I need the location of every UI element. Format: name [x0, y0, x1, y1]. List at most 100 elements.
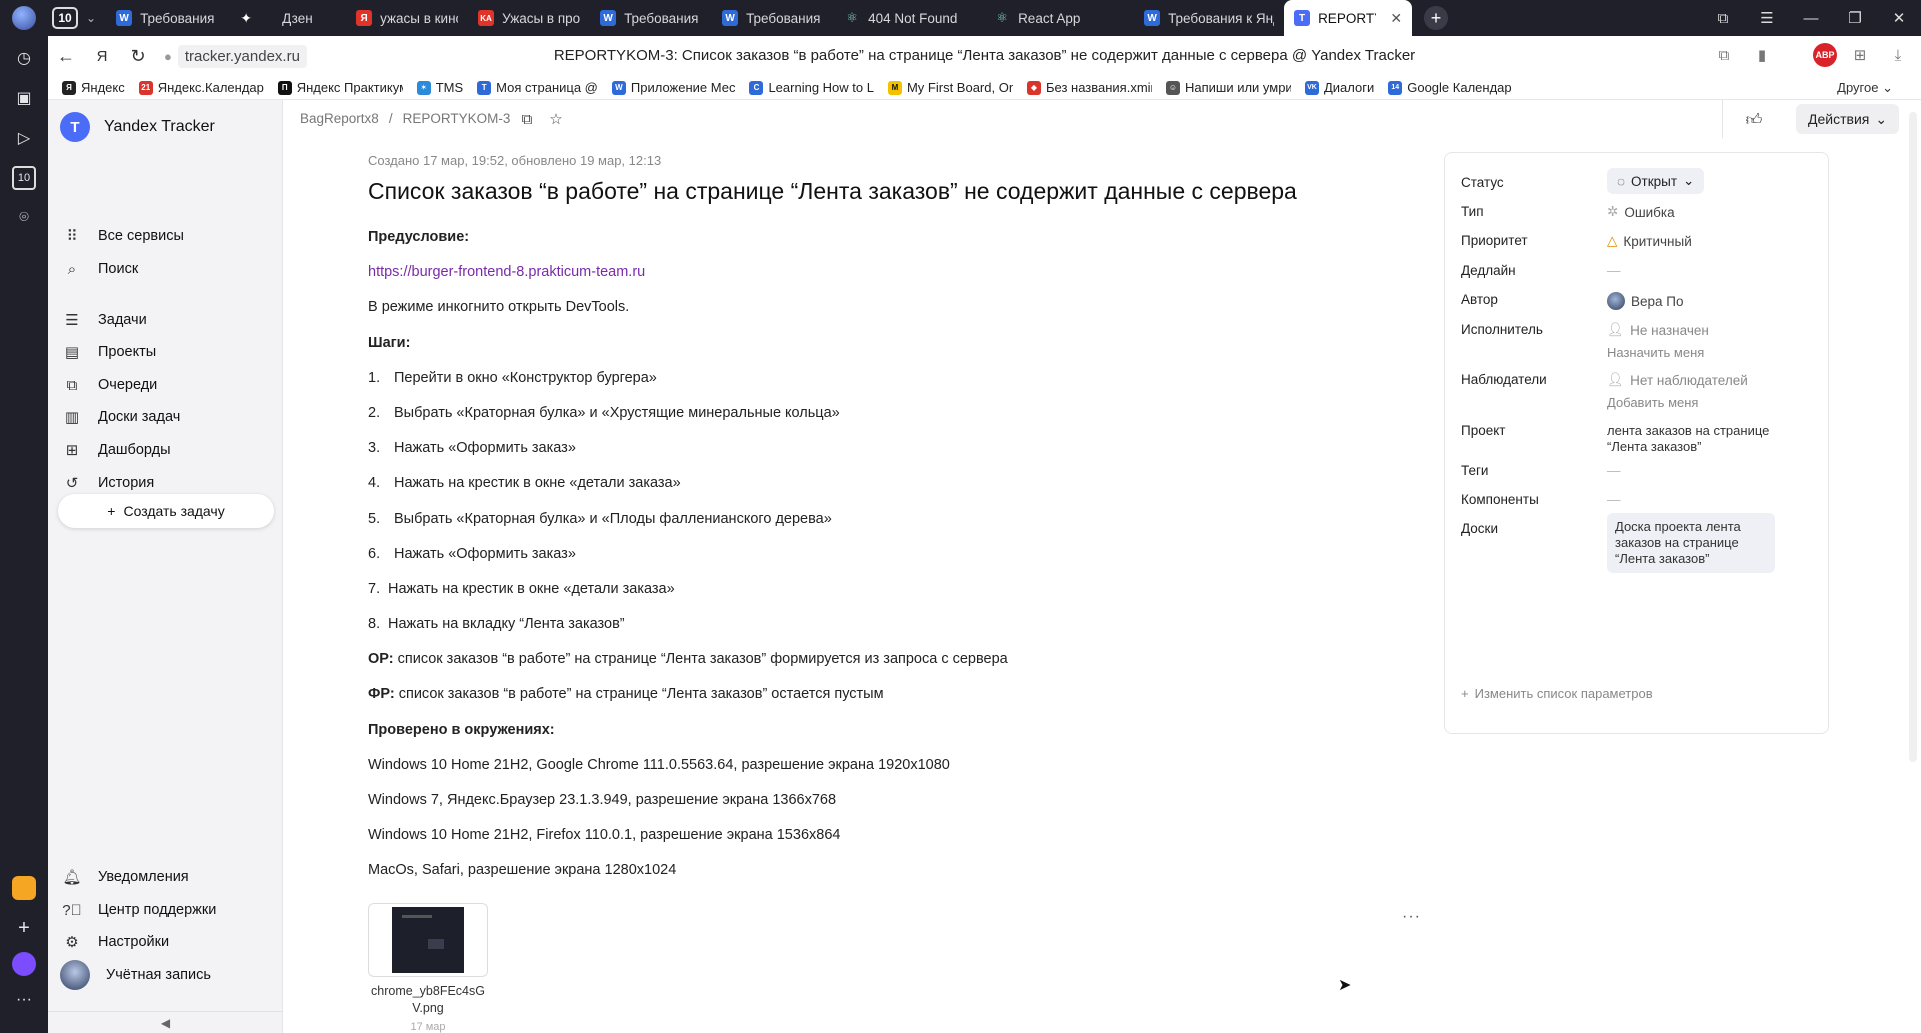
back-arrow-icon[interactable]: ← [48, 38, 84, 74]
more-icon[interactable]: ··· [12, 988, 36, 1012]
components-value[interactable]: — [1607, 492, 1621, 507]
browser-tab[interactable]: WТребования к Янд [590, 0, 712, 36]
yandex-logo-icon[interactable]: Я [84, 38, 120, 74]
bookmark-item[interactable]: ◆ Без названия.xmin [1026, 80, 1152, 95]
sidebar-item-search[interactable]: ⌕ Поиск [62, 254, 138, 284]
actions-button[interactable]: Действия ⌄ [1796, 104, 1900, 134]
sidebar-item-projects[interactable]: ▤ Проекты [62, 337, 156, 367]
sidebar-item-tasks[interactable]: ☰ Задачи [62, 305, 146, 335]
type-value[interactable]: ✲ Ошибка [1607, 204, 1675, 220]
breadcrumb-issue-key[interactable]: REPORTYKOM-3 [403, 111, 511, 126]
precondition-link[interactable]: https://burger-frontend-8.prakticum-team… [368, 264, 645, 280]
change-params-link[interactable]: + Изменить список параметров [1461, 686, 1653, 701]
bookmark-item[interactable]: ☺ Напиши или умри [1165, 80, 1291, 95]
tags-value[interactable]: — [1607, 463, 1621, 478]
bookmark-item[interactable]: 21 Яндекс.Календарь [138, 80, 264, 95]
adblock-icon[interactable]: ABP [1813, 43, 1837, 67]
precondition-label: Предусловие: [368, 229, 470, 245]
bookmark-item[interactable]: VK Диалоги [1304, 80, 1374, 95]
copy-icon[interactable]: ⧉ [516, 108, 538, 130]
bookmarks-panel-icon[interactable]: ⧉ [1701, 0, 1745, 36]
extensions-icon[interactable]: ⊞ [1845, 40, 1875, 70]
close-icon[interactable]: ✕ [1390, 10, 1402, 27]
chevron-down-icon[interactable]: ⌄ [86, 11, 96, 25]
add-me-link[interactable]: Добавить меня [1607, 395, 1698, 410]
dashboards-icon: ⊞ [65, 442, 79, 459]
list-item: 8. Нажать на вкладку “Лента заказов” [368, 616, 625, 633]
minimize-icon[interactable]: — [1789, 0, 1833, 36]
star-icon[interactable]: ☆ [545, 108, 567, 130]
sidebar-item-boards[interactable]: ▥ Доски задач [62, 402, 180, 432]
browser-logo-icon [12, 6, 36, 30]
status-dropdown[interactable]: ◌ Открыт ⌄ [1607, 168, 1705, 194]
deadline-value[interactable]: — [1607, 263, 1621, 278]
thumbs-up-icon[interactable]: 👍︎ [1739, 108, 1769, 132]
browser-tab[interactable]: WТребования к Янд [1134, 0, 1284, 36]
bookmark-item[interactable]: M My First Board, On [887, 80, 1013, 95]
more-options-icon[interactable]: ··· [1402, 908, 1421, 926]
collapse-sidebar-button[interactable]: ◀ [48, 1011, 283, 1033]
sidebar-item-notifications[interactable]: 🔔︎ Уведомления [62, 862, 188, 892]
browser-tab[interactable]: WТребования к Янд [106, 0, 228, 36]
new-tab-button[interactable]: + [1424, 6, 1449, 30]
sidebar-item-support[interactable]: ?⃝ Центр поддержки [62, 895, 216, 925]
bookmarks-other[interactable]: Другое ⌄ [1837, 80, 1893, 96]
sidebar-item-settings[interactable]: ⚙ Настройки [62, 927, 169, 957]
maximize-icon[interactable]: ❐ [1833, 0, 1877, 36]
sidebar-item-account[interactable]: Учётная запись [60, 960, 211, 990]
bookmark-item[interactable]: T Моя страница @ [477, 80, 598, 95]
breadcrumb-queue[interactable]: BagReportx8 [300, 111, 379, 126]
download-icon[interactable]: ⤓ [1883, 40, 1913, 70]
page-title[interactable]: Список заказов “в работе” на странице “Л… [368, 178, 1418, 205]
bookmark-icon[interactable]: ▮ [1747, 40, 1777, 70]
tracker-sidebar: T Yandex Tracker ⠿ Все сервисы ⌕ Поиск ☰ За… [48, 100, 283, 1033]
attachment[interactable]: chrome_yb8FEc4sGV.png 17 мар [368, 903, 488, 1033]
attachment-date: 17 мар [410, 1021, 446, 1033]
incognito-text: В режиме инкогнито открыть DevTools. [368, 299, 630, 316]
scrollbar[interactable] [1909, 112, 1917, 762]
browser-tab[interactable]: ⚛ 404 Not Found [834, 0, 984, 36]
close-window-icon[interactable]: ✕ [1877, 0, 1921, 36]
sidebar-item-all-services[interactable]: ⠿ Все сервисы [62, 221, 184, 251]
followers-value[interactable]: 👤︎ Нет наблюдателей [1607, 372, 1748, 388]
camera-icon[interactable]: ⌾ [12, 206, 36, 230]
tasks-icon: ☰ [65, 312, 79, 329]
browser-tab[interactable]: ✦ Дзен [228, 0, 346, 36]
app-shortcut-icon[interactable] [12, 876, 36, 900]
browser-tab[interactable]: ⚛ React App [984, 0, 1134, 36]
browser-tab[interactable]: KAУжасы в прокате [468, 0, 590, 36]
browser-tab[interactable]: WТребования к рас [712, 0, 834, 36]
browser-tab-active[interactable]: TREPORTYKOM-3✕ [1284, 0, 1413, 36]
video-icon[interactable]: ▷ [12, 126, 36, 150]
sidebar-item-dashboards[interactable]: ⊞ Дашборды [62, 435, 171, 465]
collections-icon[interactable]: ▣ [12, 86, 36, 110]
grid-icon: ⠿ [66, 228, 78, 245]
priority-value[interactable]: △ Критичный [1607, 233, 1692, 249]
tab-counter[interactable]: 10 [52, 7, 78, 29]
browser-tab[interactable]: Яужасы в кинотеат [346, 0, 468, 36]
bookmark-item[interactable]: W Приложение Мес [611, 80, 735, 95]
bookmark-item[interactable]: Я Яндекс [62, 80, 125, 95]
tabs-panel-icon[interactable]: 10 [12, 166, 36, 190]
copy-link-icon[interactable]: ⧉ [1709, 40, 1739, 70]
author-value[interactable]: Вера По [1607, 292, 1684, 310]
assign-me-link[interactable]: Назначить меня [1607, 345, 1704, 360]
add-icon[interactable]: + [12, 916, 36, 940]
bookmark-item[interactable]: П Яндекс Практикум [277, 80, 403, 95]
browser-menu[interactable] [0, 0, 48, 36]
assignee-value[interactable]: 👤︎ Не назначен [1607, 322, 1709, 338]
attachment-thumbnail[interactable] [368, 903, 488, 977]
menu-icon[interactable]: ☰ [1745, 0, 1789, 36]
create-task-button[interactable]: + Создать задачу [58, 494, 274, 528]
alice-icon[interactable] [12, 952, 36, 976]
history-clock-icon[interactable]: ◷ [12, 46, 36, 70]
sidebar-item-queues[interactable]: ⧉ Очереди [62, 370, 158, 400]
bookmark-item[interactable]: C Learning How to L [749, 80, 874, 95]
bookmark-item[interactable]: 14 Google Календар [1388, 80, 1512, 95]
bookmark-item[interactable]: ✶ TMS [416, 80, 463, 95]
url-field[interactable]: ● tracker.yandex.ru [164, 44, 307, 68]
reload-icon[interactable]: ↻ [120, 38, 156, 74]
project-value[interactable]: лента заказов на странице “Лента заказов… [1607, 423, 1787, 455]
board-chip[interactable]: Доска проекта лента заказов на странице … [1607, 513, 1775, 573]
tracker-brand[interactable]: T Yandex Tracker [60, 112, 215, 142]
